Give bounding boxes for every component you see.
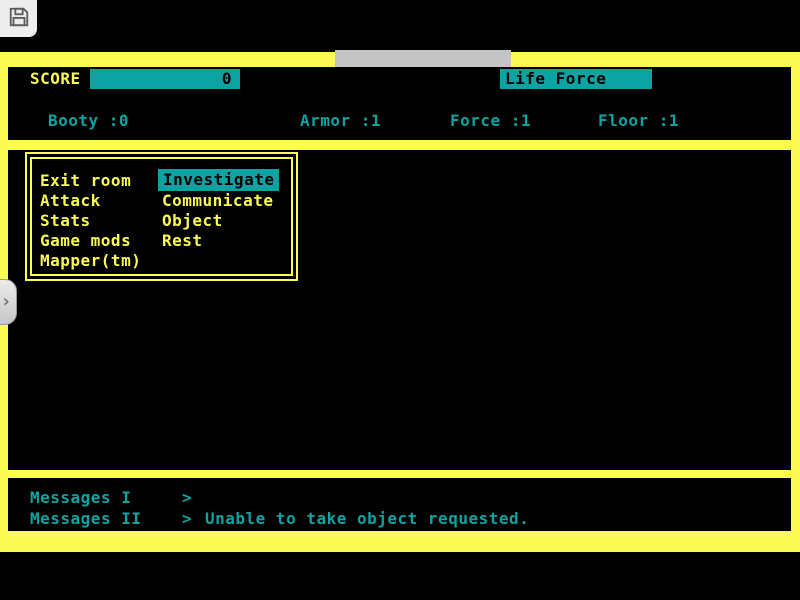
menu-item-communicate[interactable]: Communicate xyxy=(162,191,273,211)
game-screen: ßßß Bones ßßß SCORE : 0 Life Force :100 … xyxy=(0,0,800,600)
game-area-panel: Exit room Attack Stats Game mods Mapper(… xyxy=(8,150,791,470)
menu-item-object[interactable]: Object xyxy=(162,211,223,231)
hud-panel: SCORE : 0 Life Force :100 Booty :0 Armor… xyxy=(8,67,791,140)
yellow-frame: ßßß Bones ßßß SCORE : 0 Life Force :100 … xyxy=(0,52,800,552)
stat-force: Force :1 xyxy=(450,111,531,131)
stat-booty: Booty :0 xyxy=(48,111,129,131)
messages-panel: Messages I > Messages II > Unable to tak… xyxy=(8,478,791,531)
menu-item-rest[interactable]: Rest xyxy=(162,231,203,251)
menu-item-stats[interactable]: Stats xyxy=(40,211,91,231)
menu-item-mapper[interactable]: Mapper(tm) xyxy=(40,251,141,271)
side-panel-tab[interactable]: › xyxy=(0,279,17,325)
floppy-disk-icon xyxy=(8,6,30,32)
messages-2-text: Unable to take object requested. xyxy=(205,509,529,529)
life-force-value: Life Force :100 xyxy=(505,69,606,108)
menu-item-game-mods[interactable]: Game mods xyxy=(40,231,131,251)
save-button[interactable] xyxy=(0,0,37,37)
messages-1-label: Messages I xyxy=(30,488,131,508)
menu-item-exit-room[interactable]: Exit room xyxy=(40,171,131,191)
menu-item-investigate-selected[interactable]: Investigate xyxy=(158,169,279,191)
stat-floor: Floor :1 xyxy=(598,111,679,131)
chevron-right-icon: › xyxy=(1,293,12,311)
stat-armor: Armor :1 xyxy=(300,111,381,131)
messages-2-label: Messages II xyxy=(30,509,141,529)
messages-1-prompt: > xyxy=(182,488,192,508)
messages-2-prompt: > xyxy=(182,509,192,529)
score-bar: 0 xyxy=(90,69,240,89)
menu-item-attack[interactable]: Attack xyxy=(40,191,101,211)
score-value: 0 xyxy=(222,69,232,88)
life-force-bar: Life Force :100 xyxy=(500,69,652,89)
